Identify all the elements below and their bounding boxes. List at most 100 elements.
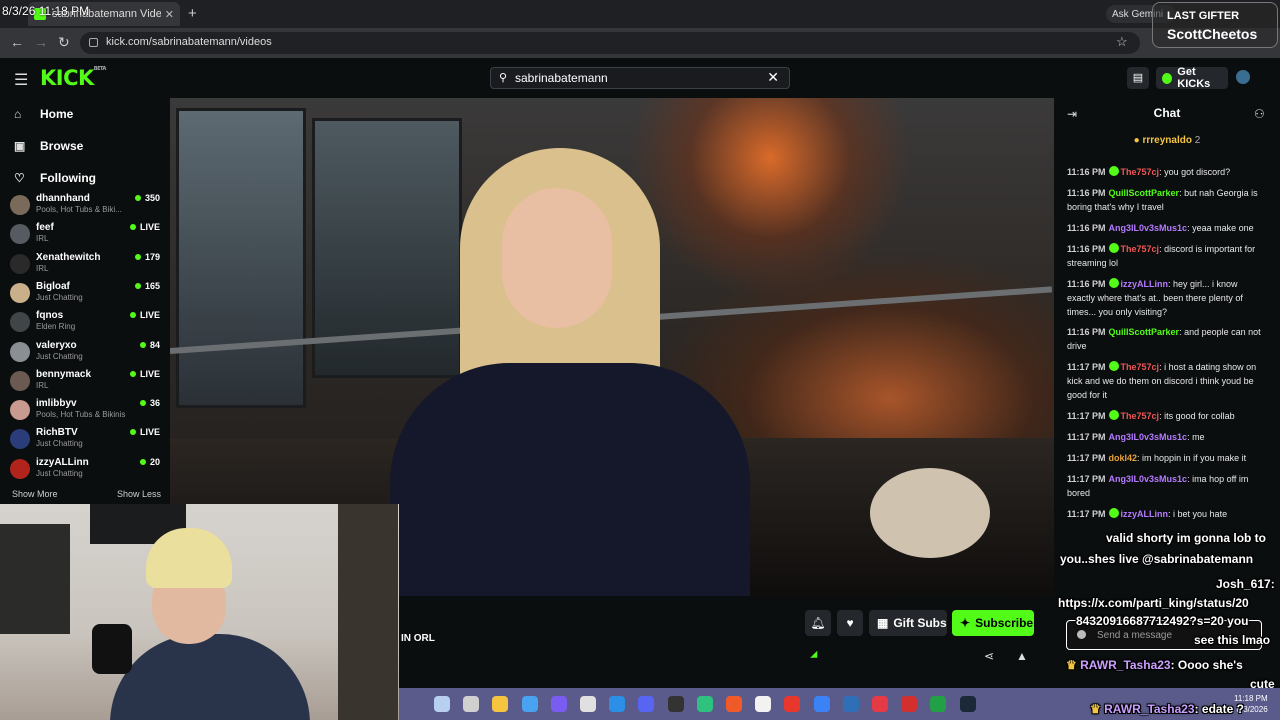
video-scene-window (176, 108, 306, 408)
taskbar-help-icon[interactable] (813, 696, 830, 712)
channel-category: IRL (36, 263, 49, 273)
sidebar-channel-item[interactable]: bennymack IRL LIVE (10, 369, 160, 397)
channel-name: izzyALLinn (36, 456, 89, 468)
message-time: 11:16 PM (1067, 167, 1106, 177)
taskbar-app-icon[interactable] (784, 696, 801, 712)
taskbar-obs-icon[interactable] (667, 696, 684, 712)
message-user[interactable]: Ang3lL0v3sMus1c (1109, 474, 1188, 484)
taskbar-brave-icon[interactable] (726, 696, 742, 712)
user-avatar[interactable] (1236, 70, 1250, 84)
taskbar-mail-icon[interactable] (842, 696, 859, 712)
subscribe-button[interactable]: ✦ Subscribe (952, 610, 1034, 636)
sidebar-channel-item[interactable]: Bigloaf Just Chatting 165 (10, 281, 160, 309)
follow-heart-button[interactable]: ♥ (837, 610, 863, 636)
clear-search-icon[interactable]: ✕ (767, 69, 779, 86)
taskbar-teams-icon[interactable] (550, 696, 567, 712)
back-icon[interactable]: ← (10, 34, 24, 50)
sidebar-channel-item[interactable]: dhannhand Pools, Hot Tubs & Biki... 350 (10, 193, 160, 221)
message-time: 11:17 PM (1067, 411, 1106, 421)
message-user[interactable]: QuillScottParker (1109, 327, 1180, 337)
site-info-icon[interactable] (89, 38, 98, 47)
sidebar-item-browse[interactable]: ▣ Browse (14, 139, 83, 153)
channel-category: IRL (36, 234, 49, 244)
channel-name: RichBTV (36, 427, 78, 439)
sidebar-channel-item[interactable]: imlibbyv Pools, Hot Tubs & Bikinis 36 (10, 398, 160, 426)
message-user[interactable]: Ang3lL0v3sMus1c (1109, 432, 1188, 442)
message-user[interactable]: dokl42 (1109, 453, 1138, 463)
channel-category: IRL (36, 380, 49, 390)
get-kicks-button[interactable]: Get KICKs (1156, 66, 1228, 90)
channel-avatar (10, 341, 30, 362)
sidebar-channel-item[interactable]: fqnos Elden Ring LIVE (10, 310, 160, 338)
channel-viewers: 36 (139, 398, 160, 408)
share-icon[interactable]: ⋖ (984, 649, 994, 663)
gift-subs-button[interactable]: ▦ Gift Subs (869, 610, 947, 636)
taskbar-app-icon[interactable] (901, 696, 918, 712)
chat-message: 11:17 PM izzyALLinn: i bet you hate (1067, 507, 1267, 521)
notification-bell-button[interactable]: 🔔︎ (805, 610, 831, 636)
message-user[interactable]: QuillScottParker (1109, 188, 1180, 198)
channel-name: dhannhand (36, 193, 90, 204)
sidebar-channel-item[interactable]: feef IRL LIVE (10, 222, 160, 250)
channel-avatar (10, 195, 30, 215)
webcam-person-body (110, 634, 310, 720)
kick-logo[interactable]: KICKBETA (40, 66, 106, 90)
tts-line: you..shes live @sabrinabatemann (1060, 552, 1254, 566)
url-field[interactable]: kick.com/sabrinabatemann/videos (80, 32, 1140, 54)
taskbar-edge-icon[interactable] (521, 696, 538, 712)
gift-icon: ▦ (877, 616, 889, 630)
taskbar-steam-icon[interactable] (959, 696, 976, 712)
message-user[interactable]: izzyALLinn (1121, 509, 1169, 519)
sidebar-item-following[interactable]: ♡ Following (14, 171, 96, 185)
tts-line: valid shorty im gonna lob to (1106, 531, 1267, 545)
chat-users-icon[interactable]: ⚇ (1254, 107, 1265, 121)
channel-viewers: 165 (134, 281, 160, 291)
emote-icon[interactable] (1077, 630, 1086, 639)
message-time: 11:17 PM (1067, 509, 1106, 519)
sidebar-channel-item[interactable]: valeryxo Just Chatting 84 (10, 340, 160, 368)
viewer-count: LIVE (139, 310, 160, 321)
taskbar-store-icon[interactable] (580, 696, 596, 712)
sidebar-channel-item[interactable]: RichBTV Just Chatting LIVE (10, 427, 160, 455)
taskbar-widgets-icon[interactable] (434, 696, 450, 712)
taskbar-app-icon[interactable] (872, 696, 888, 712)
channel-avatar (10, 429, 30, 450)
taskbar-music-icon[interactable] (755, 696, 772, 712)
sidebar-channel-item[interactable]: Xenathewitch IRL 179 (10, 252, 160, 280)
message-user[interactable]: The757cj (1121, 362, 1160, 372)
taskbar-app-icon[interactable] (696, 696, 713, 712)
message-user[interactable]: Ang3lL0v3sMus1c (1109, 223, 1188, 233)
taskbar-chrome-icon[interactable] (609, 696, 626, 712)
taskbar-xbox-icon[interactable] (930, 696, 947, 712)
bookmark-star-icon[interactable]: ☆ (1116, 34, 1128, 50)
rawr-text: : edate ? (1194, 702, 1244, 716)
channel-avatar (10, 370, 30, 391)
layout-toggle-icon[interactable]: ▤ (1127, 67, 1149, 89)
viewer-count: 20 (149, 456, 160, 467)
message-user[interactable]: The757cj (1121, 167, 1160, 177)
search-input[interactable]: ⚲ sabrinabatemann ✕ (490, 67, 790, 89)
taskbar-task-view-icon[interactable] (463, 696, 480, 712)
taskbar-discord-icon[interactable] (638, 696, 655, 712)
close-tab-icon[interactable]: ✕ (165, 8, 174, 21)
video-scene-fur (870, 468, 990, 558)
report-icon[interactable]: ▲ (1016, 649, 1028, 663)
message-user[interactable]: The757cj (1121, 244, 1160, 254)
reload-icon[interactable]: ↻ (58, 34, 70, 51)
sidebar-channel-item[interactable]: izzyALLinn Just Chatting 20 (10, 457, 160, 485)
message-user[interactable]: The757cj (1121, 411, 1160, 421)
show-more-link[interactable]: Show More (12, 489, 58, 499)
menu-icon[interactable]: ☰ (14, 70, 28, 90)
taskbar-file-explorer-icon[interactable] (492, 696, 509, 712)
channel-avatar (10, 282, 30, 303)
channel-avatar (10, 400, 30, 421)
channel-category: Pools, Hot Tubs & Bikinis (36, 410, 126, 420)
new-tab-icon[interactable]: + (188, 5, 197, 22)
chat-message: 11:17 PM Ang3lL0v3sMus1c: me (1067, 430, 1267, 444)
forward-icon[interactable]: → (34, 34, 48, 50)
sidebar-item-home[interactable]: ⌂ Home (14, 107, 73, 121)
show-less-link[interactable]: Show Less (117, 489, 161, 499)
get-kicks-label: Get KICKs (1177, 66, 1211, 90)
tts-line: https://x.com/parti_king/status/20 (1058, 596, 1249, 610)
message-user[interactable]: izzyALLinn (1121, 279, 1169, 289)
